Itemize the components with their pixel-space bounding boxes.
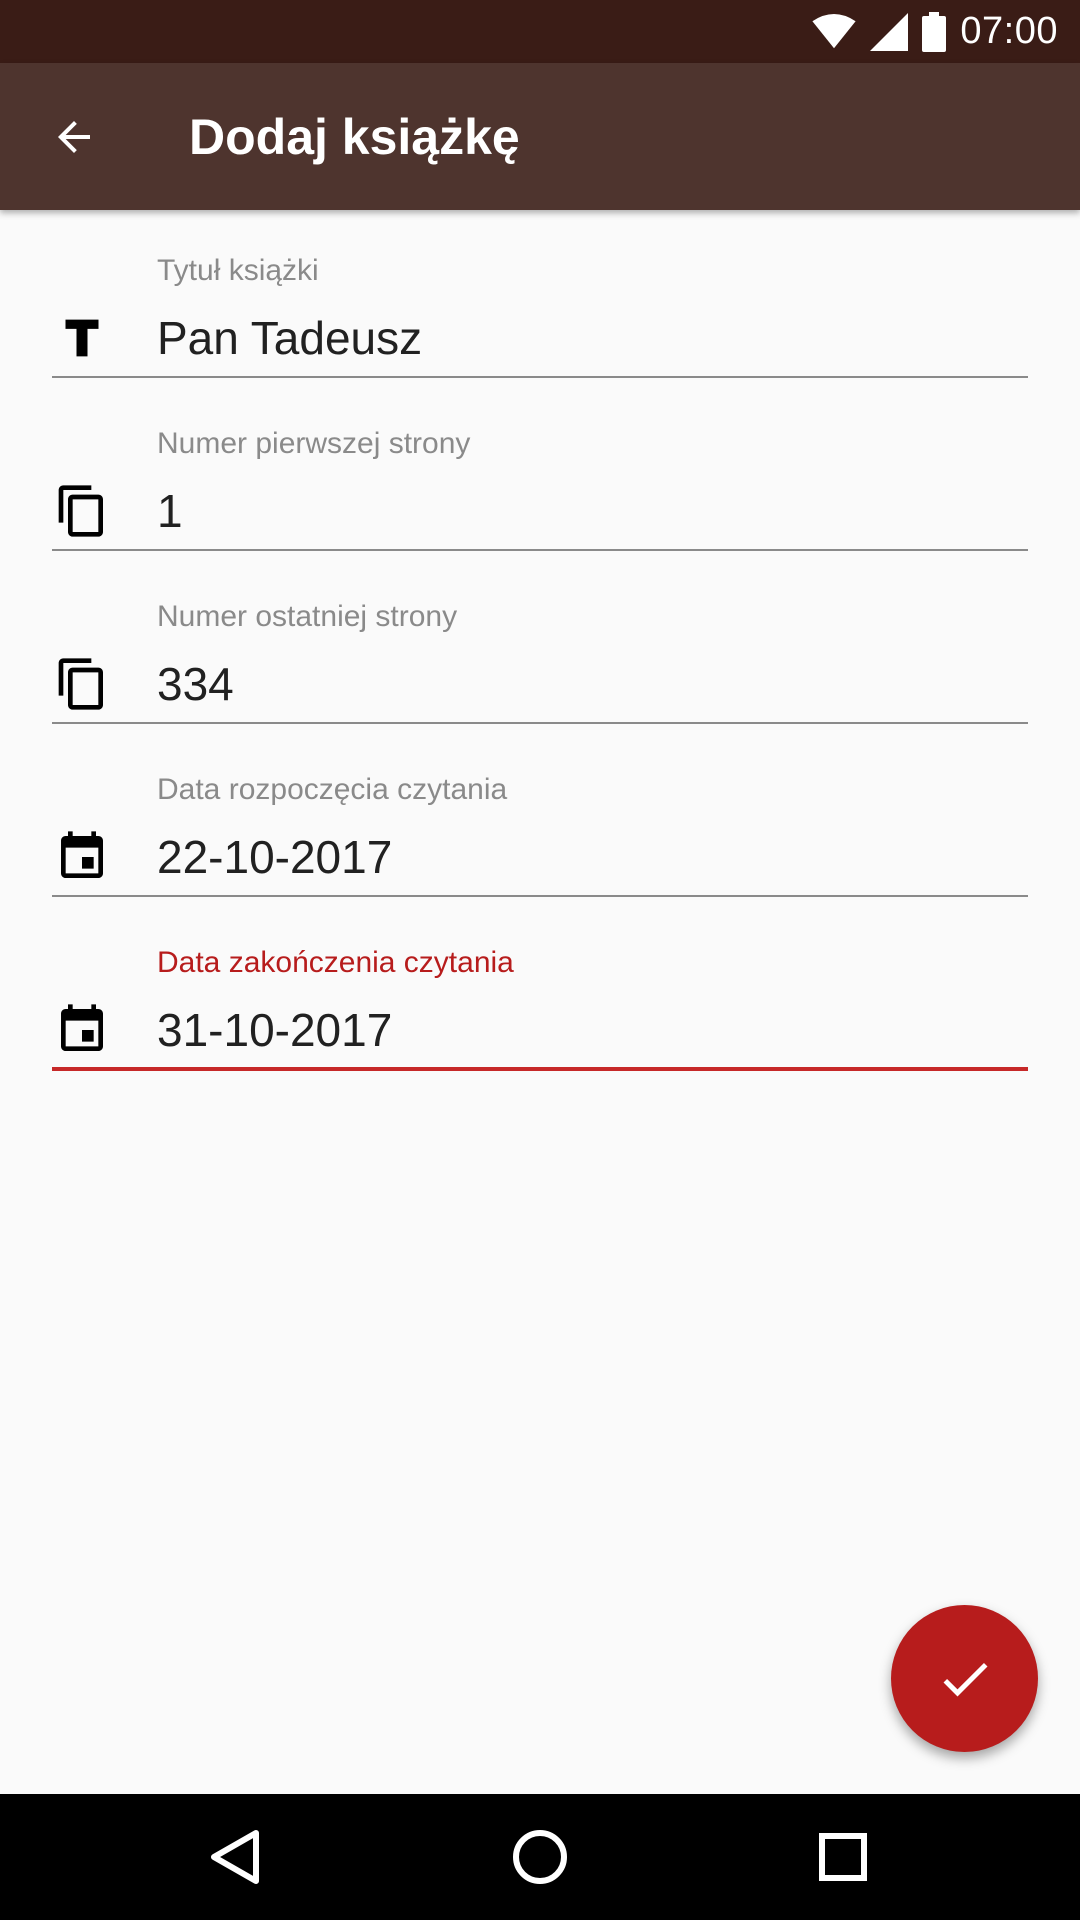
first-page-label: Numer pierwszej strony — [157, 427, 471, 460]
book-title-field: Tytuł książki — [52, 210, 1028, 383]
status-time: 07:00 — [960, 10, 1058, 52]
start-date-field: Data rozpoczęcia czytania — [52, 729, 1028, 902]
battery-icon — [922, 11, 947, 52]
title-text-icon — [52, 308, 112, 368]
calendar-icon — [52, 827, 112, 887]
check-icon — [943, 1662, 987, 1696]
end-date-underline — [52, 1067, 1028, 1071]
first-page-input[interactable] — [157, 479, 1017, 543]
last-page-input[interactable] — [157, 652, 1017, 716]
end-date-label: Data zakończenia czytania — [157, 946, 514, 979]
signal-icon — [870, 12, 909, 51]
start-date-label: Data rozpoczęcia czytania — [157, 773, 508, 806]
status-bar: 07:00 — [0, 0, 1080, 63]
wifi-icon — [812, 13, 857, 50]
back-button[interactable] — [0, 63, 147, 210]
nav-recents-button[interactable] — [798, 1814, 888, 1900]
system-nav-bar — [0, 1794, 1080, 1920]
last-page-label: Numer ostatniej strony — [157, 600, 458, 633]
end-date-field: Data zakończenia czytania — [52, 902, 1028, 1075]
start-date-input[interactable] — [157, 825, 1017, 889]
first-page-field: Numer pierwszej strony — [52, 383, 1028, 556]
first-page-underline — [52, 549, 1028, 551]
book-title-underline — [52, 376, 1028, 378]
copy-pages-icon — [52, 654, 112, 714]
start-date-underline — [52, 895, 1028, 897]
recents-square-icon — [819, 1833, 867, 1881]
home-circle-icon — [513, 1830, 567, 1884]
arrow-back-icon — [57, 120, 90, 153]
nav-home-button[interactable] — [495, 1814, 585, 1900]
book-title-input[interactable] — [157, 306, 1017, 370]
book-title-label: Tytuł książki — [157, 254, 319, 287]
end-date-input[interactable] — [157, 998, 1017, 1062]
last-page-field: Numer ostatniej strony — [52, 556, 1028, 729]
page-title: Dodaj książkę — [189, 108, 520, 165]
calendar-icon — [52, 1000, 112, 1060]
app-bar: Dodaj książkę — [0, 63, 1080, 210]
nav-back-button[interactable] — [190, 1814, 280, 1900]
last-page-underline — [52, 722, 1028, 724]
save-book-button[interactable] — [891, 1605, 1038, 1752]
back-triangle-icon — [211, 1830, 259, 1884]
copy-pages-icon — [52, 481, 112, 541]
